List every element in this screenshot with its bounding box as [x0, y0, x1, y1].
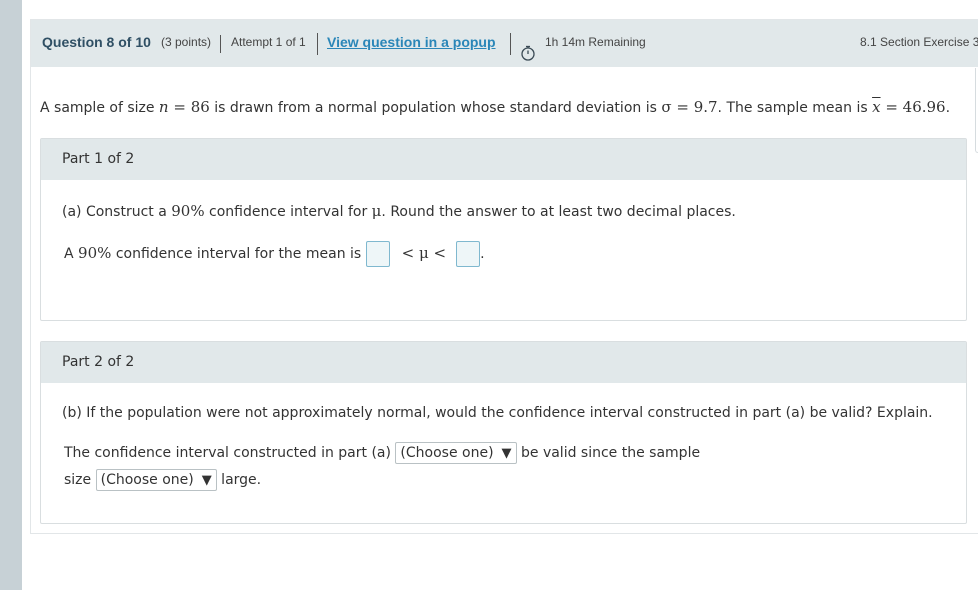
question-points: (3 points)	[161, 35, 212, 49]
time-remaining: 1h 14m Remaining	[545, 35, 646, 49]
question-number: Question 8 of 10	[42, 34, 151, 50]
stopwatch-icon	[520, 35, 536, 61]
view-popup-link[interactable]: View question in a popup	[327, 20, 496, 67]
header-divider	[510, 33, 511, 55]
header-divider	[220, 35, 221, 53]
part-2-panel: Part 2 of 2 (b) If the population were n…	[40, 341, 967, 524]
part-1-answer-line: A 90% confidence interval for the mean i…	[64, 241, 485, 267]
section-label: 8.1 Section Exercise 3	[860, 35, 978, 49]
triangle-down-icon: ▼	[501, 446, 512, 461]
part-2-answer-line-1: The confidence interval constructed in p…	[64, 442, 700, 464]
header-divider	[317, 33, 318, 55]
part-1-question: (a) Construct a 90% confidence interval …	[62, 202, 736, 220]
upper-bound-input[interactable]	[456, 241, 481, 267]
sample-size-dropdown[interactable]: (Choose one) ▼	[95, 469, 217, 491]
question-header: Question 8 of 10 (3 points) Attempt 1 of…	[31, 20, 978, 67]
question-frame: Question 8 of 10 (3 points) Attempt 1 of…	[30, 19, 978, 534]
part-2-answer-line-2: size (Choose one) ▼ large.	[64, 469, 261, 491]
attempt-count: Attempt 1 of 1	[231, 35, 306, 49]
part-2-title: Part 2 of 2	[41, 342, 966, 383]
problem-statement: A sample of size n = 86 is drawn from a …	[40, 98, 951, 116]
part-1-title: Part 1 of 2	[41, 139, 966, 180]
triangle-down-icon: ▼	[201, 473, 212, 488]
part-2-question: (b) If the population were not approxima…	[62, 405, 933, 421]
part-1-panel: Part 1 of 2 (a) Construct a 90% confiden…	[40, 138, 967, 321]
left-rail	[0, 0, 22, 590]
lower-bound-input[interactable]	[365, 241, 390, 267]
validity-dropdown[interactable]: (Choose one) ▼	[395, 442, 517, 464]
